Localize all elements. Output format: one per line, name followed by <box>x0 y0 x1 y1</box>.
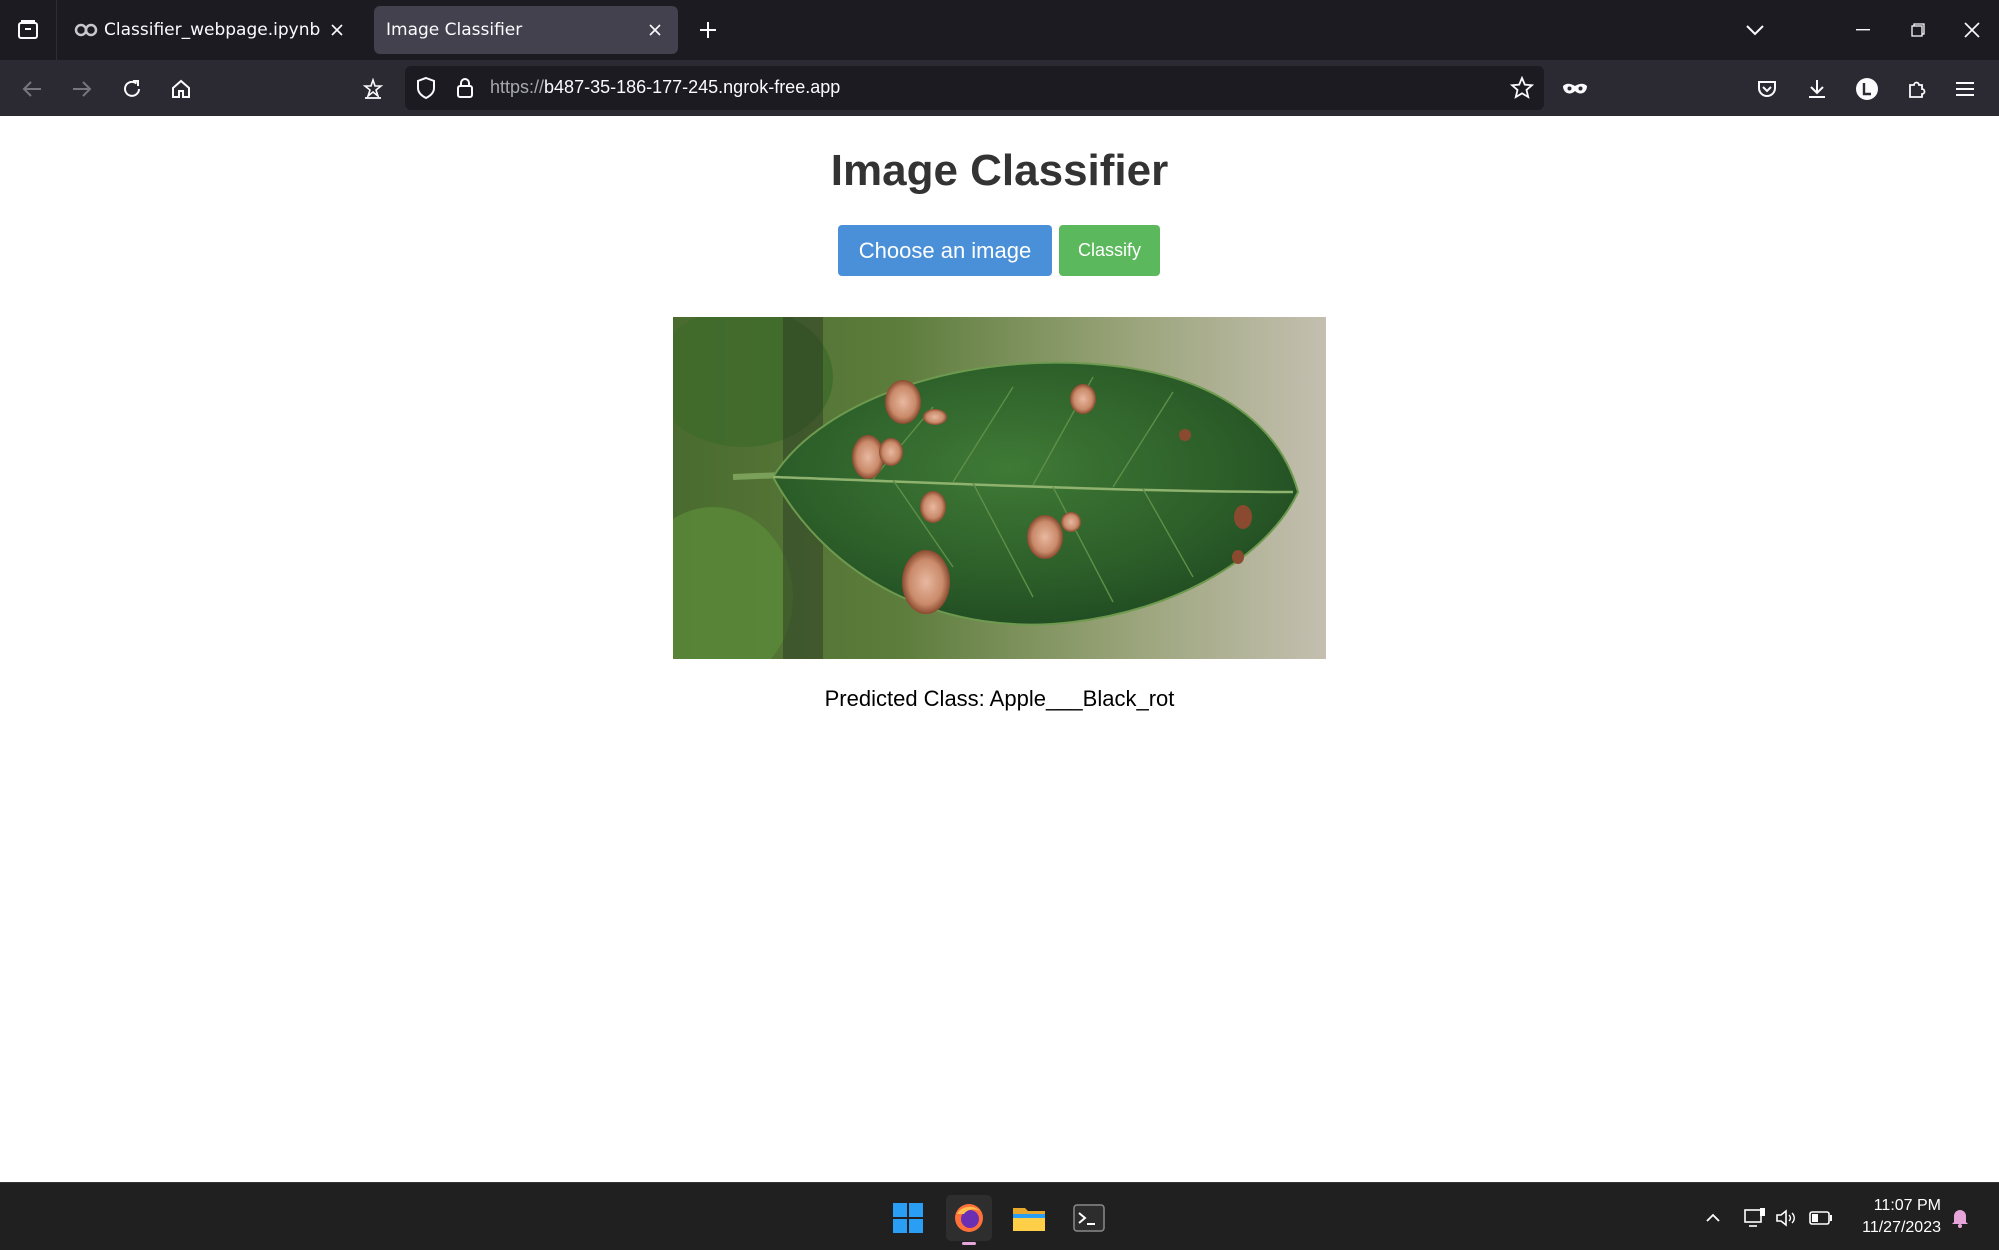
home-button[interactable] <box>164 72 198 106</box>
uploaded-leaf-image <box>673 317 1326 659</box>
classify-button[interactable]: Classify <box>1059 225 1160 276</box>
firefox-icon <box>955 1204 983 1232</box>
chevron-up-icon <box>1706 1213 1720 1222</box>
volume-icon[interactable] <box>1773 1205 1799 1231</box>
puzzle-piece-icon <box>1909 81 1926 98</box>
downloads-button[interactable] <box>1800 72 1834 106</box>
restore-button[interactable] <box>1898 10 1938 50</box>
close-tab-icon[interactable] <box>326 19 348 41</box>
restore-icon <box>1911 23 1925 37</box>
system-clock[interactable]: 11:07 PM 11/27/2023 <box>1862 1195 1941 1239</box>
bookmarks-menu-button[interactable] <box>356 72 390 106</box>
back-arrow-icon <box>22 81 41 97</box>
bell-icon <box>1952 1210 1968 1228</box>
close-window-button[interactable] <box>1952 10 1992 50</box>
forward-button[interactable] <box>65 72 99 106</box>
home-icon <box>172 79 190 98</box>
bookmark-star-tray-icon <box>362 78 384 99</box>
back-button[interactable] <box>15 72 49 106</box>
firefox-view-icon <box>18 20 38 39</box>
list-all-tabs-button[interactable] <box>1735 10 1775 50</box>
tab-image-classifier[interactable]: Image Classifier <box>374 6 678 54</box>
account-avatar-icon <box>1856 78 1878 100</box>
new-tab-button[interactable] <box>692 14 724 46</box>
url-scheme: https:// <box>490 77 545 97</box>
firefox-view-button[interactable] <box>0 0 57 60</box>
navigation-toolbar: https://b487-35-186-177-245.ngrok-free.a… <box>0 60 1999 116</box>
account-button[interactable] <box>1850 72 1884 106</box>
reload-button[interactable] <box>115 72 149 106</box>
minimize-icon <box>1856 29 1870 31</box>
choose-image-button[interactable]: Choose an image <box>838 225 1052 276</box>
prediction-result: Predicted Class: Apple___Black_rot <box>824 686 1175 711</box>
url-text[interactable]: https://b487-35-186-177-245.ngrok-free.a… <box>490 77 840 98</box>
tab-colab-label: Classifier_webpage.ipynb - Colab <box>104 20 326 40</box>
tab-colab[interactable]: Classifier_webpage.ipynb - Colab <box>62 6 360 54</box>
taskbar: 11:07 PM 11/27/2023 <box>0 1182 1999 1250</box>
browser-tab-strip: Classifier_webpage.ipynb - Colab Image C… <box>0 0 1999 60</box>
pocket-icon <box>1758 81 1776 97</box>
folder-icon <box>1013 1208 1045 1231</box>
hamburger-menu-icon <box>1956 82 1974 96</box>
forward-arrow-icon <box>73 81 92 97</box>
close-icon <box>1964 22 1980 38</box>
download-icon <box>1809 80 1825 98</box>
page-content: Image Classifier Choose an image Classif… <box>0 116 1999 1182</box>
show-hidden-icons-button[interactable] <box>1700 1205 1726 1231</box>
lock-icon[interactable] <box>455 76 475 104</box>
pocket-button[interactable] <box>1750 72 1784 106</box>
address-bar[interactable]: https://b487-35-186-177-245.ngrok-free.a… <box>405 66 1544 110</box>
notifications-button[interactable] <box>1947 1205 1973 1231</box>
url-host: b487-35-186-177-245.ngrok-free.app <box>544 77 841 97</box>
taskbar-firefox[interactable] <box>946 1195 992 1245</box>
chevron-down-icon <box>1746 25 1764 36</box>
battery-icon[interactable] <box>1808 1205 1834 1231</box>
active-app-indicator <box>962 1242 976 1245</box>
private-browsing-indicator <box>1558 72 1592 106</box>
taskbar-terminal[interactable] <box>1066 1195 1112 1241</box>
clock-time: 11:07 PM <box>1873 1197 1941 1214</box>
bookmark-star-icon[interactable] <box>1509 75 1535 104</box>
taskbar-file-explorer[interactable] <box>1006 1195 1052 1241</box>
shield-icon[interactable] <box>415 76 437 104</box>
reload-icon <box>124 80 140 97</box>
extensions-button[interactable] <box>1900 72 1934 106</box>
close-tab-icon[interactable] <box>644 19 666 41</box>
clock-date: 11/27/2023 <box>1862 1219 1941 1236</box>
page-title: Image Classifier <box>830 146 1169 195</box>
terminal-icon <box>1073 1204 1105 1232</box>
minimize-button[interactable] <box>1843 10 1883 50</box>
app-menu-button[interactable] <box>1948 72 1982 106</box>
colab-icon <box>74 23 104 37</box>
plus-icon <box>700 22 716 38</box>
windows-logo-icon <box>893 1203 923 1233</box>
start-button[interactable] <box>885 1195 931 1241</box>
network-icon[interactable] <box>1742 1205 1768 1231</box>
tab-image-classifier-label: Image Classifier <box>386 20 523 40</box>
private-mask-icon <box>1563 83 1587 94</box>
